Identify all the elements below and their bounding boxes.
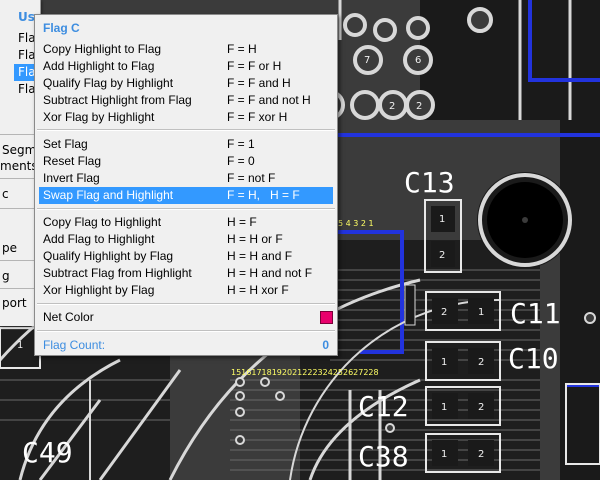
menu-item-label: Add Flag to Highlight (43, 232, 155, 246)
menu-item-formula: F = H, H = F (227, 188, 300, 202)
pad-label-2b: 2 (416, 101, 422, 112)
menu-item-net-color[interactable]: Net Color (39, 309, 333, 326)
designator-c49: C49 (22, 436, 73, 469)
menu-item-formula: H = H and F (227, 249, 293, 263)
menu-item-add-highlight-to-flag[interactable]: Add Highlight to Flag F = F or H (39, 58, 333, 75)
menu-item-xor-highlight-by-flag[interactable]: Xor Highlight by Flag H = H xor F (39, 282, 333, 299)
parent-menu-item-segments[interactable]: Segm (2, 142, 36, 159)
menu-item-add-flag-to-highlight[interactable]: Add Flag to Highlight H = H or F (39, 231, 333, 248)
pin-strip-top: 5 4 3 2 1 (338, 219, 374, 228)
c13-pad-2-label: 2 (439, 250, 445, 261)
menu-separator (37, 129, 335, 131)
menu-item-label: Set Flag (43, 137, 88, 151)
parent-menu-item-flag-d[interactable]: Fla (18, 81, 36, 98)
menu-item-formula: F = 1 (227, 137, 255, 151)
menu-item-label: Copy Highlight to Flag (43, 42, 162, 56)
menu-separator (37, 208, 335, 210)
c38-pad-1-label: 1 (441, 449, 447, 460)
menu-item-formula: F = not F (227, 171, 276, 185)
net-color-swatch[interactable] (320, 311, 333, 324)
c11-pad-1-label: 1 (478, 307, 484, 318)
menu-item-formula: H = H and not F (227, 266, 313, 280)
flag-submenu: Flag C Copy Highlight to Flag F = H Add H… (34, 14, 338, 356)
menu-item-label: Subtract Flag from Highlight (43, 266, 192, 280)
menu-item-formula: F = F or H (227, 59, 282, 73)
menu-item-formula: F = F and H (227, 76, 291, 90)
parent-menu-item-flag-b[interactable]: Fla (18, 47, 36, 64)
menu-item-qualify-highlight-by-flag[interactable]: Qualify Highlight by Flag H = H and F (39, 248, 333, 265)
menu-item-label: Xor Flag by Highlight (43, 110, 155, 124)
menu-item-subtract-flag-from-highlight[interactable]: Subtract Flag from Highlight H = H and no… (39, 265, 333, 282)
menu-item-label: Add Highlight to Flag (43, 59, 155, 73)
menu-item-label: Net Color (43, 310, 94, 324)
menu-item-copy-highlight-to-flag[interactable]: Copy Highlight to Flag F = H (39, 41, 333, 58)
pad-label-7: 7 (364, 55, 370, 66)
menu-item-reset-flag[interactable]: Reset Flag F = 0 (39, 153, 333, 170)
menu-item-copy-flag-to-highlight[interactable]: Copy Flag to Highlight H = F (39, 214, 333, 231)
menu-separator (37, 303, 335, 305)
menu-separator (37, 330, 335, 332)
menu-item-xor-flag-by-highlight[interactable]: Xor Flag by Highlight F = F xor H (39, 109, 333, 126)
parent-menu-title: Us (18, 10, 35, 24)
menu-item-label: Copy Flag to Highlight (43, 215, 162, 229)
menu-item-formula: F = 0 (227, 154, 255, 168)
c10-pad-1-label: 1 (441, 357, 447, 368)
parent-menu-item-flag-a[interactable]: Fla (18, 30, 36, 47)
menu-item-qualify-flag-by-highlight[interactable]: Qualify Flag by Highlight F = F and H (39, 75, 333, 92)
menu-item-invert-flag[interactable]: Invert Flag F = not F (39, 170, 333, 187)
designator-c12: C12 (358, 390, 409, 423)
c13-pad-1-label: 1 (439, 214, 445, 225)
menu-item-set-flag[interactable]: Set Flag F = 1 (39, 136, 333, 153)
parent-menu-item-port[interactable]: port (2, 295, 27, 312)
left-pad-1-label: 1 (17, 340, 23, 351)
flag-count-value: 0 (322, 338, 329, 352)
menu-item-formula: F = F xor H (227, 110, 288, 124)
pad-label-2a: 2 (389, 101, 395, 112)
menu-item-swap-flag-and-highlight[interactable]: Swap Flag and Highlight F = H, H = F (39, 187, 333, 204)
c12-pad-1-label: 1 (441, 402, 447, 413)
c12-pad-2-label: 2 (478, 402, 484, 413)
menu-item-label: Qualify Flag by Highlight (43, 76, 174, 90)
c10-pad-2-label: 2 (478, 357, 484, 368)
designator-c38: C38 (358, 440, 409, 473)
designator-c10: C10 (508, 342, 559, 375)
flag-count-label: Flag Count: (43, 338, 106, 352)
menu-item-label: Reset Flag (43, 154, 102, 168)
parent-menu-item-pe[interactable]: pe (2, 240, 17, 257)
pin-strip-bottom: 15161718192021222324252627228 (231, 368, 379, 377)
menu-item-subtract-highlight-from-flag[interactable]: Subtract Highlight from Flag F = F and no… (39, 92, 333, 109)
parent-menu-item-c[interactable]: c (2, 186, 9, 203)
menu-item-label: Qualify Highlight by Flag (43, 249, 174, 263)
designator-c11: C11 (510, 297, 561, 330)
flag-menu-title: Flag C (43, 21, 80, 35)
c38-pad-2-label: 2 (478, 449, 484, 460)
designator-c13: C13 (404, 166, 455, 199)
menu-item-formula: H = H xor F (227, 283, 289, 297)
menu-item-formula: F = H (227, 42, 257, 56)
flag-count-row: Flag Count: 0 (39, 337, 333, 354)
c11-pad-2-label: 2 (441, 307, 447, 318)
parent-menu-item-g[interactable]: g (2, 268, 10, 285)
parent-menu-item-ments[interactable]: ments (0, 158, 38, 175)
menu-item-label: Subtract Highlight from Flag (43, 93, 192, 107)
menu-item-formula: F = F and not H (227, 93, 311, 107)
menu-item-formula: H = H or F (227, 232, 283, 246)
menu-item-label: Invert Flag (43, 171, 100, 185)
menu-item-label: Xor Highlight by Flag (43, 283, 155, 297)
menu-item-formula: H = F (227, 215, 257, 229)
menu-item-label: Swap Flag and Highlight (43, 188, 174, 202)
pad-label-6: 6 (415, 55, 421, 66)
